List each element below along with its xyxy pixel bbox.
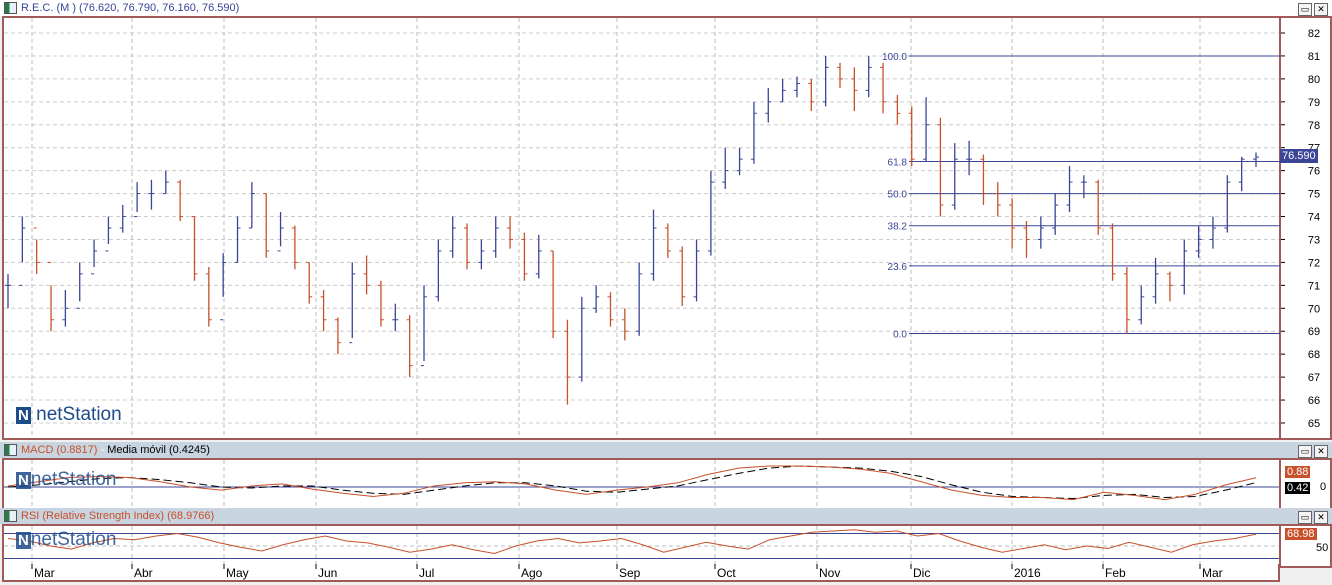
x-tick-label: Oct (717, 566, 736, 580)
rsi-header: RSI (Relative Strength Index) (68.9766) … (0, 508, 1332, 524)
rsi-value-badge: 68.98 (1285, 528, 1317, 540)
x-tick-label: Jul (419, 566, 434, 580)
macd-close-button[interactable]: ✕ (1314, 445, 1328, 458)
y-tick-label: 76 (1308, 166, 1320, 178)
x-tick-label: 2016 (1014, 566, 1041, 580)
x-tick-label: Sep (619, 566, 641, 580)
y-tick-label: 73 (1308, 234, 1320, 246)
y-tick-label: 75 (1308, 189, 1320, 201)
x-tick-label: May (226, 566, 249, 580)
macd-window-icon (4, 444, 17, 456)
logo-text: netStation (36, 404, 122, 425)
macd-line (7, 465, 1257, 501)
rsi-maximize-button[interactable]: ▭ (1298, 511, 1312, 524)
time-axis: Mar Abr May Jun Jul Ago Sep Oct Nov Dic 2016 Feb Mar (2, 564, 1280, 582)
y-tick-label: 68 (1308, 349, 1320, 361)
macd-value-badge: 0.88 (1285, 466, 1311, 478)
y-tick-label: 66 (1308, 395, 1320, 407)
x-tick-label: Mar (1202, 566, 1223, 580)
x-tick-label: Ago (521, 566, 543, 580)
macd-chart[interactable] (4, 460, 1330, 508)
fib-label: 100.0 (882, 52, 907, 63)
x-tick-label: Mar (34, 566, 55, 580)
y-tick-label: 71 (1308, 280, 1320, 292)
rsi-close-button[interactable]: ✕ (1314, 511, 1328, 524)
y-tick-label: 72 (1308, 257, 1320, 269)
rsi-window-icon (4, 510, 17, 522)
price-chart-panel[interactable]: 828180797877767574737271706968676665100.… (2, 16, 1332, 440)
signal-line (7, 465, 1257, 500)
chart-window-icon (4, 2, 17, 14)
maximize-button[interactable]: ▭ (1298, 3, 1312, 16)
logo-text: netStation (30, 469, 117, 490)
fib-label: 50.0 (888, 190, 908, 201)
fib-label: 0.0 (893, 330, 907, 341)
price-chart[interactable]: 828180797877767574737271706968676665100.… (4, 18, 1330, 438)
x-tick-label: Nov (819, 566, 840, 580)
macd-header: MACD (0.8817) - Media móvil (0.4245) ▭ ✕ (0, 442, 1332, 458)
y-tick-label: 65 (1308, 418, 1320, 430)
y-tick-label: 80 (1308, 74, 1320, 86)
y-tick-label: 69 (1308, 326, 1320, 338)
netstation-logo: N netStation (16, 404, 122, 425)
y-tick-label: 70 (1308, 303, 1320, 315)
close-button[interactable]: ✕ (1314, 3, 1328, 16)
x-tick-label: Dic (913, 566, 930, 580)
macd-zero-label: 0 (1320, 481, 1327, 493)
macd-maximize-button[interactable]: ▭ (1298, 445, 1312, 458)
macd-ma-title: Media móvil (0.4245) (107, 444, 210, 456)
y-tick-label: 82 (1308, 28, 1320, 40)
x-tick-label: Abr (134, 566, 153, 580)
signal-value-badge: 0.42 (1285, 482, 1311, 494)
macd-title: MACD (0.8817) (21, 444, 98, 456)
y-tick-label: 74 (1308, 212, 1320, 224)
rsi-panel[interactable]: NnetStation 68.98 50 (2, 524, 1332, 568)
main-chart-title: R.E.C. (M ) (76.620, 76.790, 76.160, 76.… (21, 2, 240, 14)
last-price-badge: 76.590 (1280, 149, 1318, 163)
y-tick-label: 81 (1308, 51, 1320, 63)
fib-label: 38.2 (888, 222, 908, 233)
netstation-logo-macd: NnetStation (16, 469, 117, 490)
macd-panel[interactable]: NnetStation 0.88 0.42 0 (2, 458, 1332, 510)
fib-label: 23.6 (888, 262, 908, 273)
x-tick-label: Jun (318, 566, 337, 580)
fib-label: 61.8 (888, 157, 908, 168)
main-chart-header: R.E.C. (M ) (76.620, 76.790, 76.160, 76.… (0, 0, 1332, 16)
y-tick-label: 79 (1308, 97, 1320, 109)
rsi-chart[interactable] (4, 526, 1330, 566)
rsi-title: RSI (Relative Strength Index) (68.9766) (21, 510, 215, 522)
logo-text: netStation (30, 529, 117, 550)
y-tick-label: 78 (1308, 120, 1320, 132)
netstation-logo-rsi: NnetStation (16, 529, 117, 550)
x-tick-label: Feb (1105, 566, 1126, 580)
rsi-mid-label: 50 (1316, 542, 1329, 554)
y-tick-label: 67 (1308, 372, 1320, 384)
macd-sep: - (97, 444, 108, 456)
